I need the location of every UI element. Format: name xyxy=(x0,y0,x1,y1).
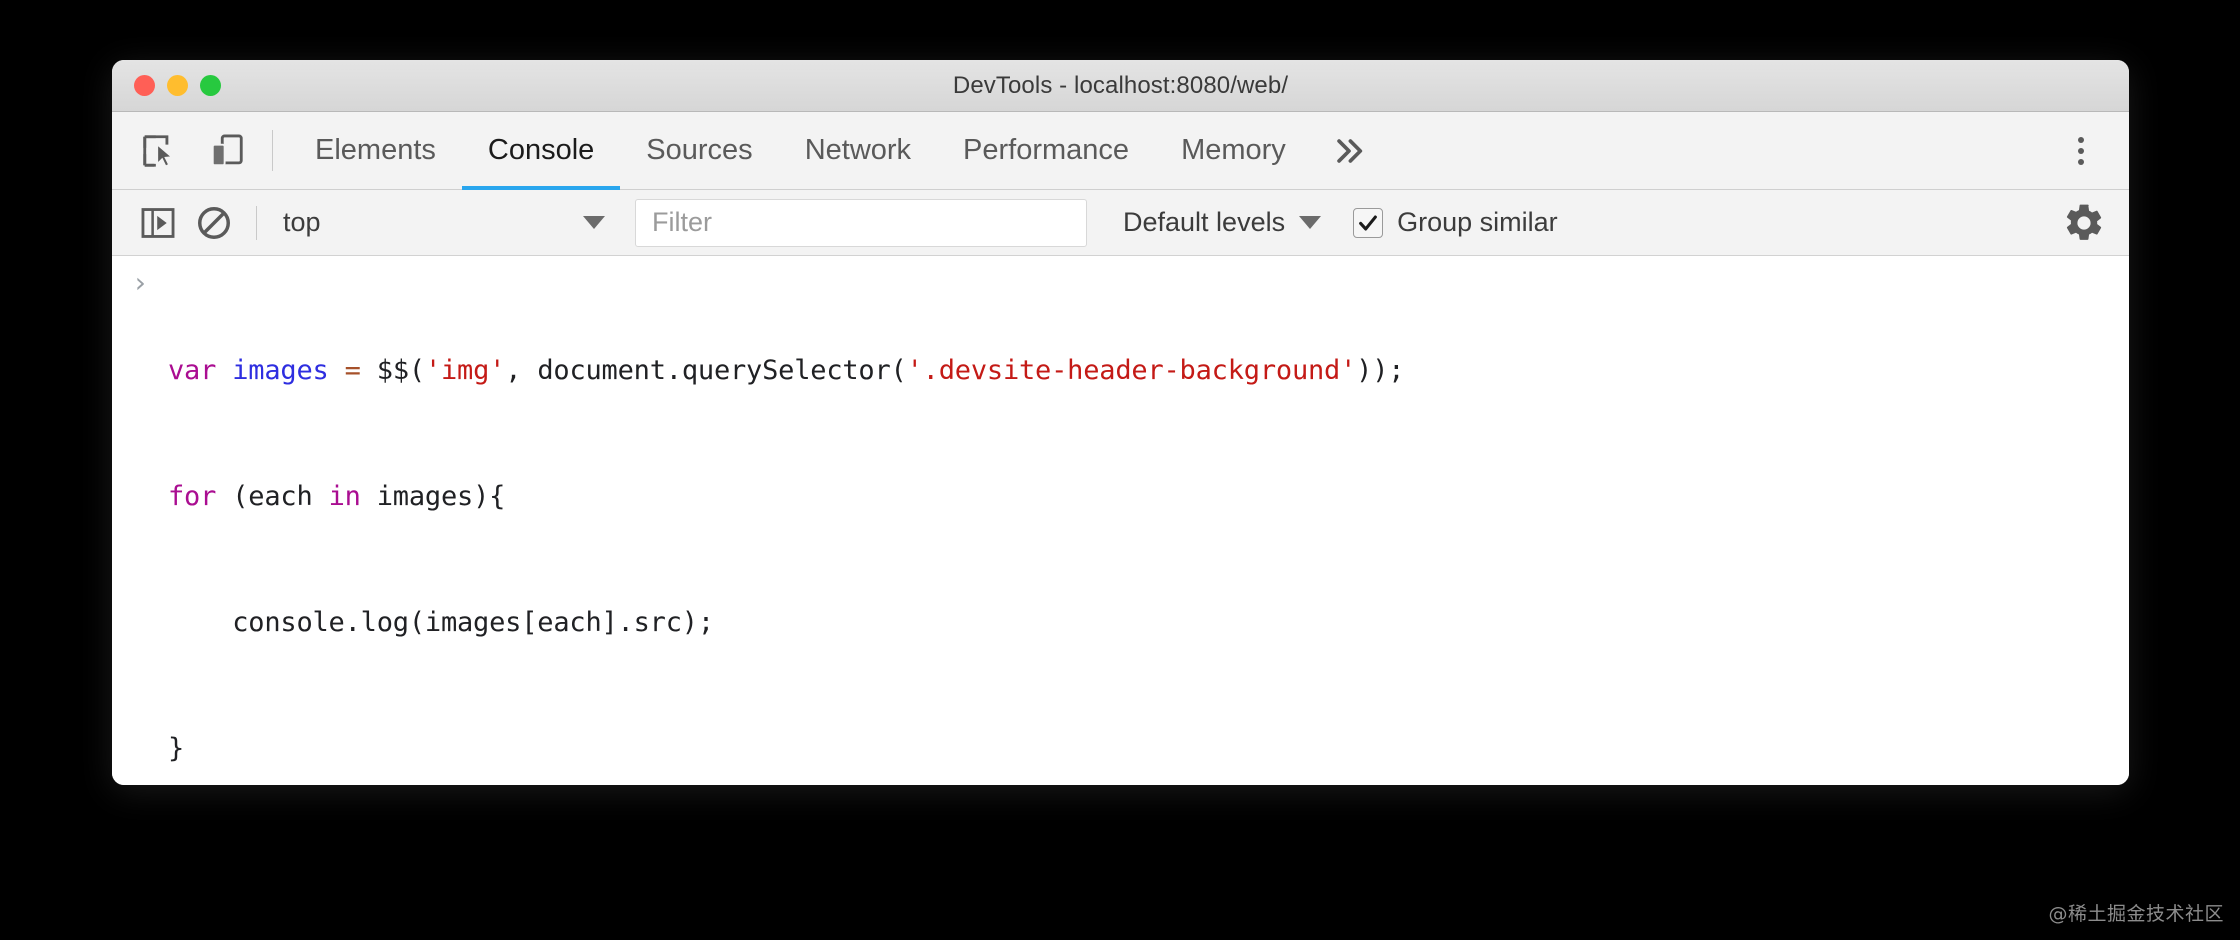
tab-console-label: Console xyxy=(487,134,595,166)
screenshot-root: DevTools - localhost:8080/web/ Elements … xyxy=(0,0,2240,940)
device-toolbar-icon xyxy=(211,134,243,166)
window-controls xyxy=(112,75,221,96)
tab-network-label: Network xyxy=(804,134,912,166)
input-chevron-icon: › xyxy=(131,266,149,299)
kebab-dot-3 xyxy=(2078,158,2084,165)
gear-icon xyxy=(2066,204,2102,240)
no-entry-icon xyxy=(198,206,230,239)
panel-tabs: Elements Console Sources Network Perform… xyxy=(289,112,2022,190)
console-toolbar-divider xyxy=(256,205,257,240)
tab-elements[interactable]: Elements xyxy=(289,112,462,189)
code-line-3: console.log(images[each].src); xyxy=(168,607,714,638)
code-line-2: for (each in images){ xyxy=(168,481,506,512)
tab-performance-label: Performance xyxy=(963,134,1130,166)
window-titlebar: DevTools - localhost:8080/web/ xyxy=(112,60,2129,112)
tab-memory-label: Memory xyxy=(1181,134,1286,166)
console-input-gutter: › xyxy=(112,256,168,297)
console-sidebar-toggle-button[interactable] xyxy=(130,198,186,248)
inspect-element-button[interactable] xyxy=(130,122,188,180)
chevron-double-right-icon xyxy=(1337,138,1362,163)
device-toolbar-button[interactable] xyxy=(198,122,256,180)
more-tabs-button[interactable] xyxy=(1312,112,1386,189)
chevron-down-icon-levels xyxy=(1299,216,1322,229)
group-similar-checkbox[interactable] xyxy=(1353,207,1384,238)
tab-elements-label: Elements xyxy=(315,134,436,166)
checkmark-icon xyxy=(1359,214,1377,231)
console-output: › var images = $$('img', document.queryS… xyxy=(112,256,2129,785)
code-line-1: var images = $$('img', document.querySel… xyxy=(168,355,1405,386)
devtools-menu-button[interactable] xyxy=(2055,122,2107,180)
console-toolbar: top Filter Default levels Group similar xyxy=(112,190,2129,256)
zoom-button[interactable] xyxy=(200,75,221,96)
chevron-down-icon xyxy=(583,216,605,229)
tabbar-right xyxy=(2022,112,2129,189)
console-command-code: var images = $$('img', document.querySel… xyxy=(168,256,2129,785)
console-filter-placeholder: Filter xyxy=(652,207,712,237)
watermark: @稀土掘金技术社区 xyxy=(2048,903,2224,925)
tab-console[interactable]: Console xyxy=(461,112,621,190)
log-levels-value: Default levels xyxy=(1123,207,1286,237)
tabbar-tools xyxy=(130,112,256,189)
console-settings-button[interactable] xyxy=(2057,196,2111,250)
console-command-row[interactable]: › var images = $$('img', document.queryS… xyxy=(112,256,2129,785)
tab-performance[interactable]: Performance xyxy=(937,112,1155,189)
group-similar-label: Group similar xyxy=(1397,207,1558,237)
inspect-element-icon xyxy=(143,134,174,167)
tab-memory[interactable]: Memory xyxy=(1155,112,1312,189)
kebab-dot-1 xyxy=(2078,136,2084,143)
group-similar-toggle[interactable]: Group similar xyxy=(1353,207,1558,238)
tabbar-divider xyxy=(272,130,273,171)
window-title: DevTools - localhost:8080/web/ xyxy=(952,71,1289,99)
tab-sources-label: Sources xyxy=(646,134,753,166)
devtools-tabbar: Elements Console Sources Network Perform… xyxy=(112,112,2129,190)
execution-context-select[interactable]: top xyxy=(271,198,619,248)
tab-sources[interactable]: Sources xyxy=(620,112,778,189)
tab-network[interactable]: Network xyxy=(779,112,937,189)
console-filter-input[interactable]: Filter xyxy=(635,198,1087,247)
kebab-dot-2 xyxy=(2078,147,2084,154)
execution-context-value: top xyxy=(283,207,321,237)
clear-console-button[interactable] xyxy=(186,198,242,248)
devtools-window: DevTools - localhost:8080/web/ Elements … xyxy=(112,60,2129,785)
log-levels-select[interactable]: Default levels xyxy=(1123,207,1322,238)
code-line-4: } xyxy=(168,733,185,764)
close-button[interactable] xyxy=(134,75,155,96)
sidebar-toggle-icon xyxy=(141,207,175,238)
minimize-button[interactable] xyxy=(167,75,188,96)
